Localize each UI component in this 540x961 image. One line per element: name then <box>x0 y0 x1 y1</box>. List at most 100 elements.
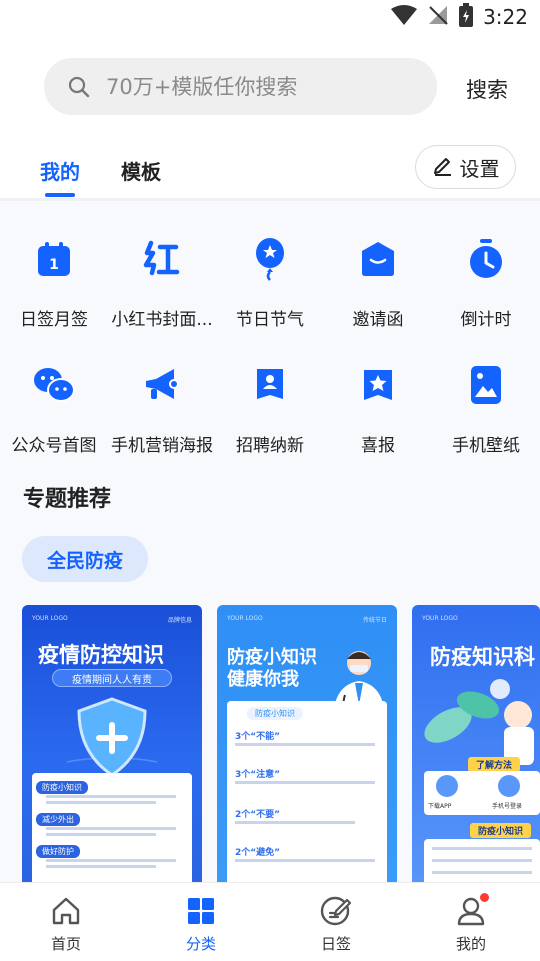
status-bar: 3:22 <box>0 0 540 36</box>
card-panel-tag: 防疫小知识 <box>247 707 303 720</box>
nav-daily-sign[interactable]: 日签 <box>296 895 376 954</box>
home-icon <box>50 895 82 927</box>
category-festival[interactable]: 节日节气 <box>216 237 324 330</box>
category-wallpaper[interactable]: 手机壁纸 <box>432 363 540 456</box>
category-daily-sign[interactable]: 1 日签月签 <box>0 237 108 330</box>
card-title: 防疫知识科 <box>430 645 535 669</box>
nav-category[interactable]: 分类 <box>161 895 241 954</box>
category-xiaohongshu-cover[interactable]: 小红书封面... <box>108 237 216 330</box>
card-info-panel: 防疫小知识 3个“不能” 3个“注意” 2个“不要” 2个“避免” <box>227 701 387 882</box>
text-line <box>46 859 176 862</box>
category-label: 日签月签 <box>20 310 88 330</box>
nav-home[interactable]: 首页 <box>26 895 106 954</box>
search-button[interactable]: 搜索 <box>466 74 508 104</box>
megaphone-icon <box>140 363 184 407</box>
card-title: 疫情防控知识 <box>38 643 164 667</box>
search-input[interactable] <box>106 74 406 99</box>
text-line <box>46 833 156 836</box>
wallpaper-icon <box>464 363 508 407</box>
category-label: 手机壁纸 <box>452 436 520 456</box>
recruit-badge-icon <box>248 363 292 407</box>
main-content: 1 日签月签 小红书封面... 节日节气 邀请函 倒计时 公众号首图 手机营销海… <box>0 201 540 882</box>
text-line <box>235 781 375 784</box>
template-card[interactable]: YOUR LOGO 防疫知识科 了解方法 下载APP 手机号登录 防疫小知识 <box>412 605 540 882</box>
card-item-tag: 防疫小知识 <box>36 781 88 794</box>
profile-icon <box>455 893 489 927</box>
category-good-news[interactable]: 喜报 <box>324 363 432 456</box>
category-countdown[interactable]: 倒计时 <box>432 237 540 330</box>
category-label: 倒计时 <box>460 310 512 330</box>
search-box[interactable] <box>44 58 437 115</box>
text-line <box>235 821 355 824</box>
card-brand-left: YOUR LOGO <box>422 615 458 622</box>
template-card[interactable]: YOUR LOGO 品牌信息 疫情防控知识 疫情期间人人有责 防疫小知识 减少外… <box>22 605 202 882</box>
text-line <box>432 871 532 874</box>
text-line <box>46 795 176 798</box>
card-btn-label: 下载APP <box>428 803 452 810</box>
card-item-heading: 3个“注意” <box>235 770 281 780</box>
text-line <box>46 827 176 830</box>
card-brand-right: 品牌信息 <box>167 617 192 624</box>
card-title-line2: 健康你我 <box>227 669 299 690</box>
nav-mine[interactable]: 我的 <box>431 893 511 954</box>
nav-label: 日签 <box>320 935 351 953</box>
category-recruitment[interactable]: 招聘纳新 <box>216 363 324 456</box>
category-invitation[interactable]: 邀请函 <box>324 237 432 330</box>
topic-chip[interactable]: 全民防疫 <box>22 536 148 582</box>
notification-dot <box>480 893 489 902</box>
card-brand-left: YOUR LOGO <box>227 615 263 622</box>
bottom-nav: 首页 分类 日签 我的 <box>0 882 540 961</box>
no-signal-icon <box>427 4 449 30</box>
category-label: 手机营销海报 <box>111 436 213 456</box>
nav-label: 分类 <box>185 935 216 953</box>
category-wechat-header[interactable]: 公众号首图 <box>0 363 108 456</box>
settings-button[interactable]: 设置 <box>415 145 516 189</box>
phone-icon <box>498 775 520 797</box>
text-line <box>432 847 532 850</box>
category-label: 节日节气 <box>236 310 304 330</box>
category-mobile-marketing-poster[interactable]: 手机营销海报 <box>108 363 216 456</box>
category-label: 邀请函 <box>352 310 404 330</box>
envelope-icon <box>356 237 400 281</box>
card-item-heading: 2个“不要” <box>235 810 281 820</box>
category-label: 小红书封面... <box>111 310 213 330</box>
category-label: 招聘纳新 <box>236 436 304 456</box>
template-card[interactable]: YOUR LOGO 传统节日 防疫小知识 健康你我 防疫小知识 3个“不能” 3… <box>217 605 397 882</box>
card-item-heading: 3个“不能” <box>235 732 281 742</box>
balloon-icon <box>248 237 292 281</box>
sign-icon <box>320 895 352 927</box>
svg-text:1: 1 <box>49 257 59 273</box>
card-method-panel: 下载APP 手机号登录 <box>424 771 540 815</box>
card-brand-right: 传统节日 <box>362 617 387 624</box>
card-brand-left: YOUR LOGO <box>32 615 68 622</box>
star-banner-icon <box>356 363 400 407</box>
card-box-label: 防疫小知识 <box>470 823 532 838</box>
category-label: 公众号首图 <box>11 436 97 456</box>
card-item-tag: 减少外出 <box>36 813 80 826</box>
status-icons: 3:22 <box>391 3 528 31</box>
status-time: 3:22 <box>483 5 528 29</box>
card-item-heading: 2个“避免” <box>235 848 281 858</box>
plant-illustration <box>418 675 540 769</box>
nav-label: 首页 <box>50 935 81 953</box>
nav-label: 我的 <box>455 935 486 953</box>
card-info-panel <box>424 839 540 882</box>
stopwatch-icon <box>464 237 508 281</box>
card-item-tag: 做好防护 <box>36 845 80 858</box>
category-label: 喜报 <box>361 436 395 456</box>
xiaohongshu-icon <box>140 237 184 281</box>
active-tab-indicator <box>45 193 75 197</box>
edit-icon <box>432 154 454 181</box>
text-line <box>432 859 532 862</box>
grid-icon <box>185 895 217 927</box>
text-line <box>235 743 375 746</box>
battery-icon <box>459 3 474 31</box>
search-icon <box>66 74 92 100</box>
card-subtitle: 疫情期间人人有责 <box>72 675 152 686</box>
tab-mine[interactable]: 我的 <box>40 156 80 185</box>
download-icon <box>436 775 458 797</box>
settings-label: 设置 <box>459 156 500 181</box>
tab-template[interactable]: 模板 <box>121 156 161 185</box>
card-box-label: 了解方法 <box>468 757 521 772</box>
calendar-icon: 1 <box>32 237 76 281</box>
